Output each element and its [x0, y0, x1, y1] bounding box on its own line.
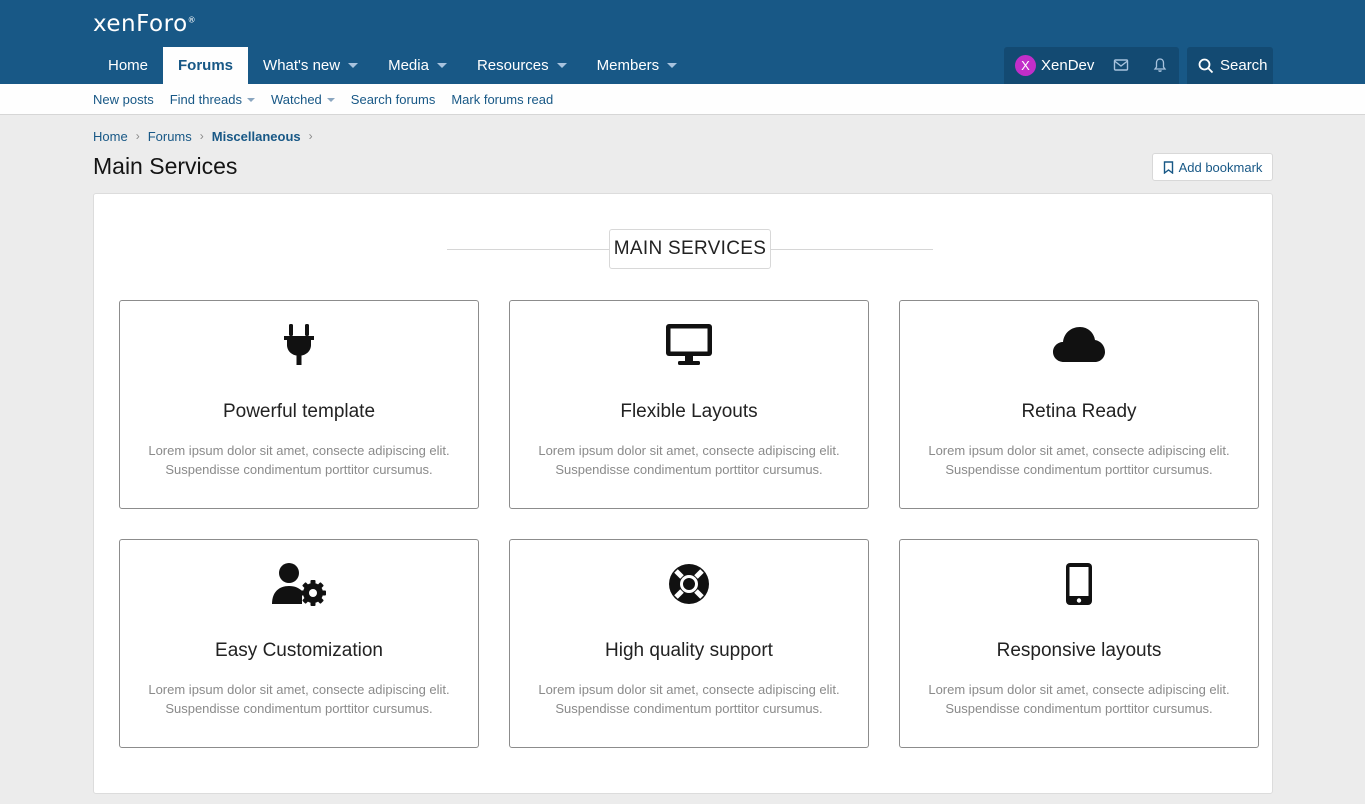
card-description: Lorem ipsum dolor sit amet, consecte adi… [538, 682, 840, 716]
site-header: xenForo® Home Forums What's new Media Re… [0, 0, 1365, 84]
page-title: Main Services [93, 153, 238, 179]
card-description: Lorem ipsum dolor sit amet, consecte adi… [148, 443, 450, 477]
sub-nav: New posts Find threads Watched Search fo… [0, 84, 1365, 115]
add-bookmark-button[interactable]: Add bookmark [1152, 153, 1273, 181]
service-card: Powerful template Lorem ipsum dolor sit … [119, 300, 479, 509]
service-card: High quality support Lorem ipsum dolor s… [509, 539, 869, 748]
card-description: Lorem ipsum dolor sit amet, consecte adi… [538, 443, 840, 477]
subnav-search-forums[interactable]: Search forums [351, 92, 436, 107]
mobile-icon [1066, 563, 1092, 605]
user-menu[interactable]: X XenDev [1004, 47, 1179, 84]
desktop-icon [666, 324, 712, 365]
search-label: Search [1220, 57, 1268, 74]
card-description: Lorem ipsum dolor sit amet, consecte adi… [148, 682, 450, 716]
cloud-icon [1053, 327, 1105, 362]
search-button[interactable]: Search [1187, 47, 1273, 84]
caret-down-icon[interactable] [667, 63, 678, 68]
chevron-right-icon: › [199, 129, 204, 143]
service-card: Flexible Layouts Lorem ipsum dolor sit a… [509, 300, 869, 509]
nav-tab-forums[interactable]: Forums [163, 47, 249, 84]
nav-tab-home[interactable]: Home [93, 47, 163, 84]
breadcrumb: Home › Forums › Miscellaneous › [93, 127, 321, 145]
bell-icon[interactable] [1152, 57, 1168, 73]
chevron-right-icon: › [308, 129, 313, 143]
add-bookmark-label: Add bookmark [1178, 159, 1263, 175]
subnav-new-posts[interactable]: New posts [93, 92, 154, 107]
breadcrumb-miscellaneous[interactable]: Miscellaneous [212, 129, 301, 144]
section-heading: MAIN SERVICES [609, 229, 771, 269]
subnav-mark-forums-read[interactable]: Mark forums read [451, 92, 553, 107]
card-title: Flexible Layouts [620, 401, 758, 422]
card-description: Lorem ipsum dolor sit amet, consecte adi… [928, 443, 1230, 477]
card-title: Easy Customization [215, 640, 383, 661]
user-cog-icon [272, 563, 326, 606]
chevron-right-icon: › [135, 129, 140, 143]
site-logo[interactable]: xenForo® [93, 11, 196, 39]
breadcrumb-home[interactable]: Home [93, 129, 128, 144]
services-panel: MAIN SERVICES Powerful template Lorem ip… [93, 193, 1273, 794]
caret-down-icon[interactable] [246, 97, 255, 102]
subnav-find-threads[interactable]: Find threads [170, 92, 255, 107]
card-title: Powerful template [222, 401, 376, 422]
nav-tab-resources[interactable]: Resources [462, 47, 582, 84]
main-nav: Home Forums What's new Media Resources M… [93, 47, 692, 84]
service-card: Easy Customization Lorem ipsum dolor sit… [119, 539, 479, 748]
caret-down-icon[interactable] [556, 63, 567, 68]
breadcrumb-forums[interactable]: Forums [148, 129, 192, 144]
card-title: Responsive layouts [996, 640, 1162, 661]
life-ring-icon [669, 564, 709, 604]
card-title: High quality support [605, 640, 773, 661]
avatar[interactable]: X [1015, 55, 1036, 76]
bookmark-icon [1163, 160, 1173, 174]
subnav-watched[interactable]: Watched [271, 92, 335, 107]
card-description: Lorem ipsum dolor sit amet, consecte adi… [928, 682, 1230, 716]
caret-down-icon[interactable] [326, 97, 335, 102]
username[interactable]: XenDev [1041, 57, 1094, 74]
service-card: Responsive layouts Lorem ipsum dolor sit… [899, 539, 1259, 748]
envelope-icon[interactable] [1113, 57, 1129, 73]
card-title: Retina Ready [1021, 401, 1137, 422]
plug-icon [284, 324, 314, 365]
nav-tab-members[interactable]: Members [582, 47, 693, 84]
caret-down-icon[interactable] [348, 63, 359, 68]
search-icon [1198, 58, 1214, 73]
caret-down-icon[interactable] [436, 63, 447, 68]
service-card: Retina Ready Lorem ipsum dolor sit amet,… [899, 300, 1259, 509]
nav-tab-whats-new[interactable]: What's new [248, 47, 373, 84]
nav-tab-media[interactable]: Media [373, 47, 462, 84]
